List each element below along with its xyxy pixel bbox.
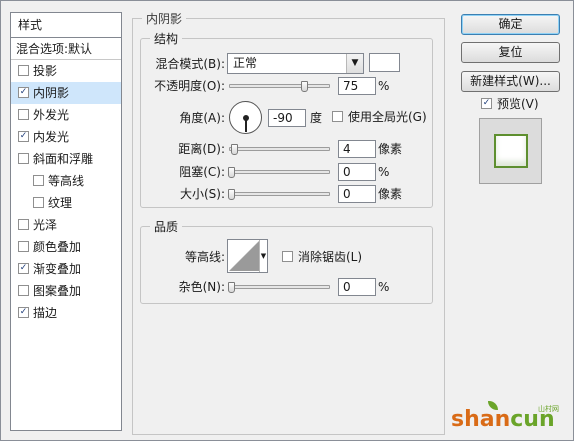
style-item[interactable]: 颜色叠加 <box>11 236 121 258</box>
noise-slider-track[interactable] <box>229 285 330 289</box>
style-item-checkbox[interactable] <box>18 219 29 230</box>
size-input[interactable]: 0 <box>338 185 376 203</box>
panel-title: 内阴影 <box>142 10 187 27</box>
style-item-label: 等高线 <box>48 174 85 188</box>
choke-percent: % <box>378 165 390 179</box>
preview-thumbnail <box>479 118 542 184</box>
style-item-label: 颜色叠加 <box>33 240 82 254</box>
angle-center <box>243 115 249 121</box>
style-item-checkbox[interactable] <box>18 65 29 76</box>
style-item[interactable]: 纹理 <box>11 192 121 214</box>
distance-label: 距离(D): <box>178 142 225 156</box>
style-item-checkbox[interactable] <box>18 153 29 164</box>
size-slider-thumb[interactable] <box>228 189 235 200</box>
style-item-label: 内阴影 <box>33 86 70 100</box>
style-item[interactable]: ✓ 渐变叠加 <box>11 258 121 280</box>
style-item-checkbox[interactable] <box>18 109 29 120</box>
style-item-label: 渐变叠加 <box>33 262 82 276</box>
size-label: 大小(S): <box>179 187 225 201</box>
style-list: 样式 混合选项:默认 投影 ✓ 内阴影外发光 ✓ 内发光斜面和浮雕等高线纹理光泽颜色叠加… <box>10 12 122 431</box>
style-item-checkbox[interactable] <box>33 197 44 208</box>
watermark-sub: 山村网 <box>538 405 559 413</box>
style-item-checkbox[interactable]: ✓ <box>18 131 29 142</box>
ok-button[interactable]: 确定 <box>461 14 560 35</box>
style-item-label: 光泽 <box>33 218 58 232</box>
opacity-slider-track[interactable] <box>229 84 330 88</box>
contour-curve-icon <box>229 241 259 271</box>
layer-style-dialog: 样式 混合选项:默认 投影 ✓ 内阴影外发光 ✓ 内发光斜面和浮雕等高线纹理光泽颜色叠加… <box>0 0 574 441</box>
style-item-label: 内发光 <box>33 130 70 144</box>
style-item[interactable]: ✓ 内发光 <box>11 126 121 148</box>
style-item[interactable]: 投影 <box>11 60 121 82</box>
structure-title: 结构 <box>150 30 183 47</box>
style-items: 投影 ✓ 内阴影外发光 ✓ 内发光斜面和浮雕等高线纹理光泽颜色叠加 ✓ 渐变叠加图案叠加 ✓ 描… <box>11 60 121 324</box>
preview-check-icon: ✓ <box>481 98 492 109</box>
noise-percent: % <box>378 280 390 294</box>
antialias-checkbox[interactable]: 消除锯齿(L) <box>282 249 362 265</box>
preview-label: 预览(V) <box>497 97 539 111</box>
global-light-label: 使用全局光(G) <box>348 110 427 124</box>
style-item-label: 描边 <box>33 306 58 320</box>
style-item[interactable]: 外发光 <box>11 104 121 126</box>
noise-input[interactable]: 0 <box>338 278 376 296</box>
contour-label: 等高线: <box>184 250 225 264</box>
noise-slider-thumb[interactable] <box>228 282 235 293</box>
preview-sample <box>494 134 528 168</box>
opacity-slider-thumb[interactable] <box>301 81 308 92</box>
chevron-down-icon[interactable]: ▼ <box>259 240 267 272</box>
style-item-checkbox[interactable]: ✓ <box>18 87 29 98</box>
antialias-box <box>282 251 293 262</box>
quality-title: 品质 <box>150 218 183 235</box>
style-item-label: 纹理 <box>48 196 73 210</box>
preview-checkbox[interactable]: ✓ 预览(V) <box>481 96 539 112</box>
global-light-checkbox[interactable]: 使用全局光(G) <box>332 109 427 125</box>
noise-label: 杂色(N): <box>178 280 225 294</box>
reset-button[interactable]: 复位 <box>461 42 560 63</box>
angle-dial[interactable] <box>229 101 262 134</box>
opacity-percent: % <box>378 79 390 93</box>
style-item[interactable]: 光泽 <box>11 214 121 236</box>
opacity-label: 不透明度(O): <box>154 79 225 93</box>
style-item-checkbox[interactable] <box>18 285 29 296</box>
size-unit: 像素 <box>378 187 403 201</box>
style-item[interactable]: ✓ 描边 <box>11 302 121 324</box>
style-item[interactable]: 斜面和浮雕 <box>11 148 121 170</box>
choke-label: 阻塞(C): <box>179 165 225 179</box>
blend-mode-value: 正常 <box>233 56 258 70</box>
choke-input[interactable]: 0 <box>338 163 376 181</box>
style-list-header[interactable]: 样式 <box>11 13 121 38</box>
choke-slider-track[interactable] <box>229 170 330 174</box>
angle-unit: 度 <box>310 111 323 125</box>
shadow-color-swatch[interactable] <box>369 53 400 72</box>
style-item[interactable]: 图案叠加 <box>11 280 121 302</box>
blend-mode-label: 混合模式(B): <box>155 57 225 71</box>
angle-input[interactable]: -90 <box>268 109 306 127</box>
style-item-checkbox[interactable]: ✓ <box>18 263 29 274</box>
style-item-checkbox[interactable] <box>18 241 29 252</box>
blend-mode-select[interactable]: 正常 ▼ <box>227 53 364 74</box>
antialias-label: 消除锯齿(L) <box>298 250 363 264</box>
style-item-label: 外发光 <box>33 108 70 122</box>
style-item-checkbox[interactable] <box>33 175 44 186</box>
distance-input[interactable]: 4 <box>338 140 376 158</box>
opacity-input[interactable]: 75 <box>338 77 376 95</box>
distance-slider-track[interactable] <box>229 147 330 151</box>
global-light-box <box>332 111 343 122</box>
style-item-label: 投影 <box>33 64 58 78</box>
style-item-label: 斜面和浮雕 <box>33 152 94 166</box>
contour-picker[interactable]: ▼ <box>227 239 268 273</box>
new-style-button[interactable]: 新建样式(W)... <box>461 71 560 92</box>
style-item[interactable]: ✓ 内阴影 <box>11 82 121 104</box>
blend-options-item[interactable]: 混合选项:默认 <box>11 38 121 60</box>
angle-label: 角度(A): <box>179 111 225 125</box>
watermark-logo: shancun 山村网 <box>448 401 572 439</box>
size-slider-track[interactable] <box>229 192 330 196</box>
chevron-down-icon[interactable]: ▼ <box>346 54 363 73</box>
style-item-label: 图案叠加 <box>33 284 82 298</box>
distance-unit: 像素 <box>378 142 403 156</box>
choke-slider-thumb[interactable] <box>228 167 235 178</box>
distance-slider-thumb[interactable] <box>231 144 238 155</box>
style-item-checkbox[interactable]: ✓ <box>18 307 29 318</box>
style-item[interactable]: 等高线 <box>11 170 121 192</box>
